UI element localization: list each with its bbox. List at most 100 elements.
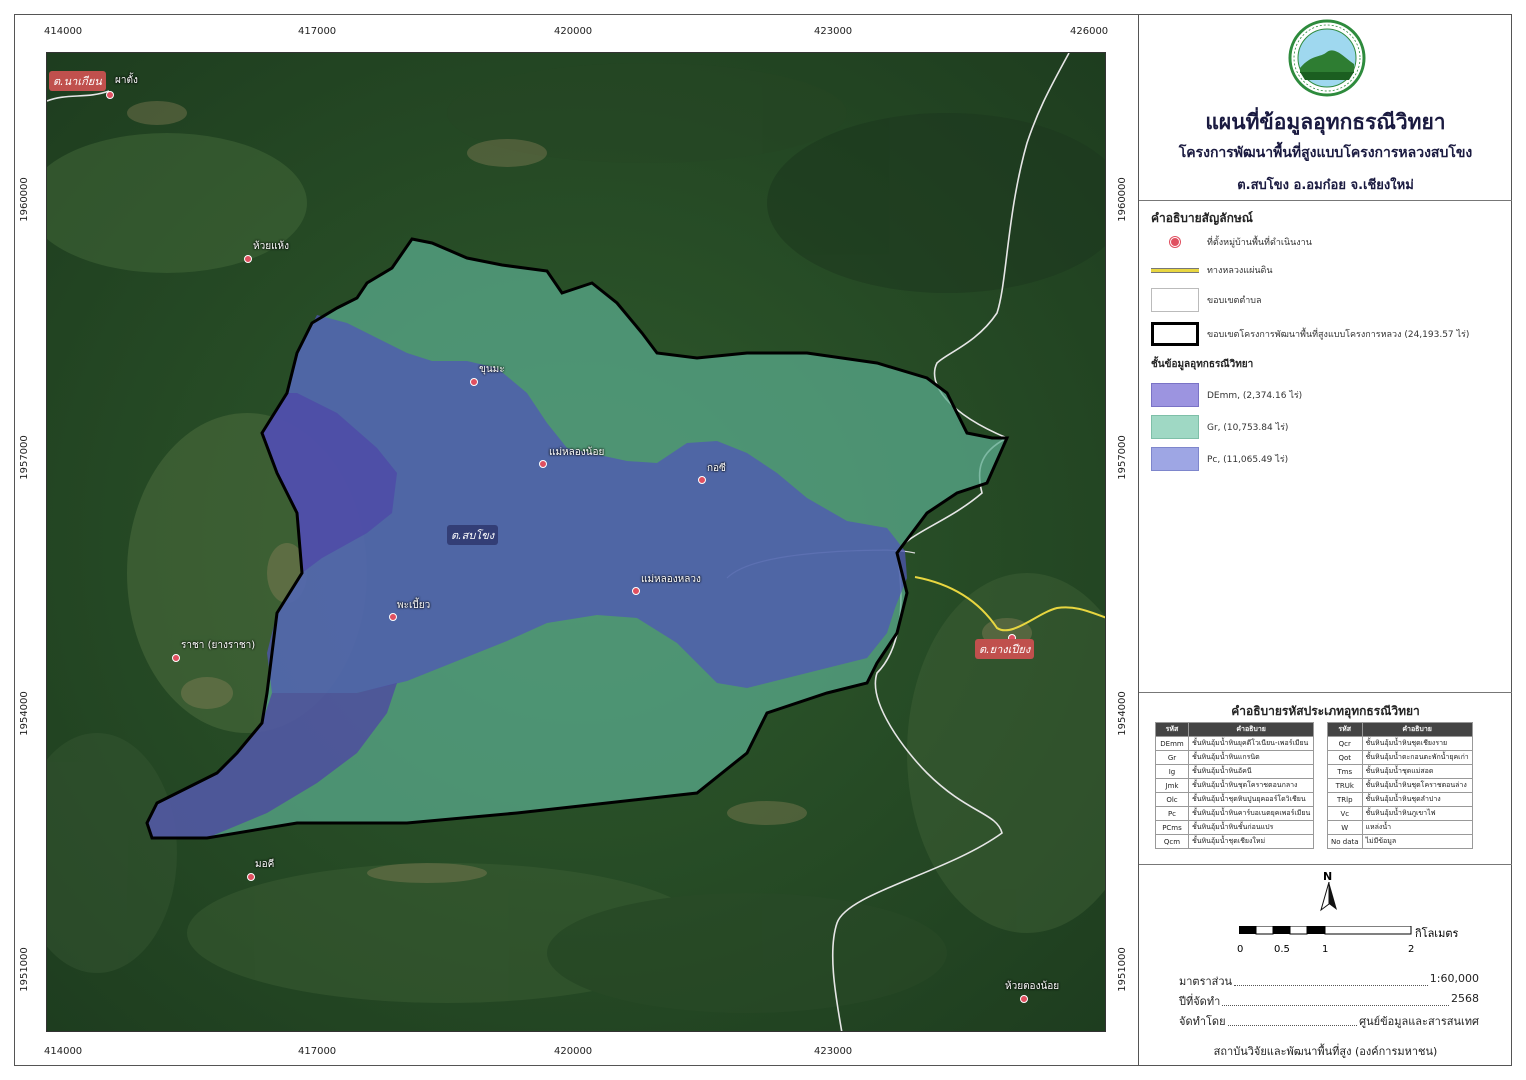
code-table-title: คำอธิบายรหัสประเภทอุทกธรณีวิทยา bbox=[1231, 704, 1420, 718]
scale-tick: 2 bbox=[1408, 944, 1415, 955]
village-label: มอคี bbox=[255, 859, 275, 870]
village-marker bbox=[632, 587, 640, 595]
legend-tambon-label: ขอบเขตตำบล bbox=[1207, 296, 1262, 306]
village-marker bbox=[106, 91, 114, 99]
y-tick-right: 1957000 bbox=[1116, 435, 1128, 480]
table-row: DEmm ชั้นหินอุ้มน้ำหินยุคดีโวเนียน-เพอร์เ… bbox=[1155, 736, 1315, 751]
village-label: ขุนมะ bbox=[479, 364, 505, 375]
village-label: ห้วยแห้ง bbox=[253, 241, 289, 252]
village-marker bbox=[247, 873, 255, 881]
organization-name: สถาบันวิจัยและพัฒนาพื้นที่สูง (องค์การมห… bbox=[1213, 1045, 1438, 1058]
tambon-label-sopkhong: ต.สบโขง bbox=[447, 525, 499, 545]
table-row: Gr ชั้นหินอุ้มน้ำหินแกรนิต bbox=[1155, 750, 1315, 765]
project-box-icon bbox=[1151, 322, 1199, 346]
code-header: รหัส bbox=[1327, 722, 1363, 737]
legend-village: ที่ตั้งหมู่บ้านพื้นที่ดำเนินงาน bbox=[1151, 229, 1312, 255]
table-row: Ig ชั้นหินอุ้มน้ำหินอัคนี bbox=[1155, 764, 1315, 779]
north-arrow-icon bbox=[1320, 882, 1337, 912]
road-line-icon bbox=[1151, 258, 1199, 282]
year-row: ปีที่จัดทำ 2568 bbox=[1179, 992, 1479, 1008]
code-table-right: รหัส คำอธิบาย Qcr ชั้นหินอุ้มน้ำหินชุดเชีย… bbox=[1327, 722, 1473, 849]
y-tick-right: 1954000 bbox=[1116, 691, 1128, 736]
pc-swatch bbox=[1151, 447, 1199, 471]
village-label: ห้วยตองน้อย bbox=[1005, 981, 1060, 992]
author-row: จัดทำโดย ศูนย์ข้อมูลและสารสนเทศ bbox=[1179, 1012, 1479, 1030]
village-marker bbox=[244, 255, 252, 263]
scale-tick: 0.5 bbox=[1274, 944, 1290, 955]
y-tick-right: 1960000 bbox=[1116, 177, 1128, 222]
x-tick-top: 423000 bbox=[814, 26, 853, 37]
x-tick-bottom: 420000 bbox=[554, 1046, 593, 1057]
x-tick-top: 414000 bbox=[44, 26, 83, 37]
village-marker bbox=[698, 476, 706, 484]
table-row: Pc ชั้นหินอุ้มน้ำหินคาร์บอเนตยุคเพอร์เมีย… bbox=[1155, 806, 1315, 821]
table-row: W แหล่งน้ำ bbox=[1327, 820, 1473, 835]
village-label: แม่หลองน้อย bbox=[549, 447, 605, 458]
scale-tick: 0 bbox=[1237, 944, 1244, 955]
divider bbox=[1139, 864, 1512, 865]
legend-tambon: ขอบเขตตำบล bbox=[1151, 287, 1261, 313]
hrdi-logo bbox=[1288, 19, 1366, 97]
scale-unit: กิโลเมตร bbox=[1415, 927, 1459, 940]
table-row: Vc ชั้นหินอุ้มน้ำหินภูเขาไฟ bbox=[1327, 806, 1473, 821]
map-subtitle: โครงการพัฒนาพื้นที่สูงแบบโครงการหลวงสบโข… bbox=[1178, 145, 1473, 161]
scale-row: มาตราส่วน 1:60,000 bbox=[1179, 972, 1479, 988]
legend-demm-label: DEmm, (2,374.16 ไร่) bbox=[1207, 391, 1303, 401]
table-row: No data ไม่มีข้อมูล bbox=[1327, 834, 1473, 849]
legend-pc-label: Pc, (11,065.49 ไร่) bbox=[1207, 455, 1289, 465]
village-marker bbox=[1020, 995, 1028, 1003]
legend-road: ทางหลวงแผ่นดิน bbox=[1151, 257, 1273, 283]
x-tick-top: 426000 bbox=[1070, 26, 1109, 37]
table-row: TRlp ชั้นหินอุ้มน้ำหินชุดลำปาง bbox=[1327, 792, 1473, 807]
map-title: แผนที่ข้อมูลอุทกธรณีวิทยา bbox=[1205, 110, 1446, 134]
legend-village-label: ที่ตั้งหมู่บ้านพื้นที่ดำเนินงาน bbox=[1207, 238, 1312, 248]
scale-tick: 1 bbox=[1322, 944, 1329, 955]
x-tick-bottom: 423000 bbox=[814, 1046, 853, 1057]
map-canvas[interactable]: ต.นาเกียน ต.สบโขง ต.ยางเปียง ผาตั้ง ห้วย… bbox=[46, 52, 1106, 1032]
divider bbox=[1139, 200, 1512, 201]
table-row: Tms ชั้นหินอุ้มน้ำชุดแม่สอด bbox=[1327, 764, 1473, 779]
x-tick-bottom: 414000 bbox=[44, 1046, 83, 1057]
layer-title: ชั้นข้อมูลอุทกธรณีวิทยา bbox=[1151, 359, 1254, 370]
tambon-label-yangpiang: ต.ยางเปียง bbox=[975, 639, 1035, 659]
village-symbol-icon bbox=[1151, 230, 1199, 254]
legend-project: ขอบเขตโครงการพัฒนาพื้นที่สูงแบบโครงการหล… bbox=[1151, 321, 1469, 347]
code-header: รหัส bbox=[1155, 722, 1189, 737]
village-marker bbox=[172, 654, 180, 662]
y-tick-left: 1954000 bbox=[18, 691, 30, 736]
table-row: Qcm ชั้นหินอุ้มน้ำชุดเชียงใหม่ bbox=[1155, 834, 1315, 849]
table-row: TRUk ชั้นหินอุ้มน้ำหินชุดโคราชตอนล่าง bbox=[1327, 778, 1473, 793]
legend-gr: Gr, (10,753.84 ไร่) bbox=[1151, 414, 1288, 440]
legend-title: คำอธิบายสัญลักษณ์ bbox=[1151, 211, 1253, 225]
x-tick-top: 420000 bbox=[554, 26, 593, 37]
desc-header: คำอธิบาย bbox=[1187, 722, 1315, 737]
scale-bar bbox=[1239, 926, 1412, 935]
village-label: ผาตั้ง bbox=[115, 75, 138, 86]
legend-pc: Pc, (11,065.49 ไร่) bbox=[1151, 446, 1288, 472]
village-label: แม่หลองหลวง bbox=[641, 574, 701, 585]
y-tick-left: 1951000 bbox=[18, 947, 30, 992]
legend-panel: แผนที่ข้อมูลอุทกธรณีวิทยา โครงการพัฒนาพื… bbox=[1138, 14, 1512, 1066]
code-table-left: รหัส คำอธิบาย DEmm ชั้นหินอุ้มน้ำหินยุคดีโ… bbox=[1155, 722, 1315, 849]
village-marker bbox=[389, 613, 397, 621]
y-tick-right: 1951000 bbox=[1116, 947, 1128, 992]
satellite-map bbox=[47, 53, 1105, 1031]
table-row: PCms ชั้นหินอุ้มน้ำหินชั้นก่อนแปร bbox=[1155, 820, 1315, 835]
x-tick-bottom: 417000 bbox=[298, 1046, 337, 1057]
village-marker bbox=[470, 378, 478, 386]
x-tick-top: 417000 bbox=[298, 26, 337, 37]
table-row: Jmk ชั้นหินอุ้มน้ำหินชุดโคราชตอนกลาง bbox=[1155, 778, 1315, 793]
divider bbox=[1139, 692, 1512, 693]
gr-swatch bbox=[1151, 415, 1199, 439]
village-label: กอซี bbox=[707, 463, 726, 474]
tambon-label-nakian: ต.นาเกียน bbox=[49, 71, 106, 91]
desc-header: คำอธิบาย bbox=[1361, 722, 1473, 737]
village-marker bbox=[539, 460, 547, 468]
map-location: ต.สบโขง อ.อมก๋อย จ.เชียงใหม่ bbox=[1237, 178, 1414, 193]
village-label: พะเบี้ยว bbox=[397, 600, 431, 611]
legend-project-label: ขอบเขตโครงการพัฒนาพื้นที่สูงแบบโครงการหล… bbox=[1207, 330, 1470, 340]
village-label: ราชา (ยางราชา) bbox=[181, 640, 256, 651]
legend-demm: DEmm, (2,374.16 ไร่) bbox=[1151, 382, 1302, 408]
legend-road-label: ทางหลวงแผ่นดิน bbox=[1207, 266, 1273, 276]
table-row: Olc ชั้นหินอุ้มน้ำชุดหินปูนยุคออร์โดวิเชี… bbox=[1155, 792, 1315, 807]
